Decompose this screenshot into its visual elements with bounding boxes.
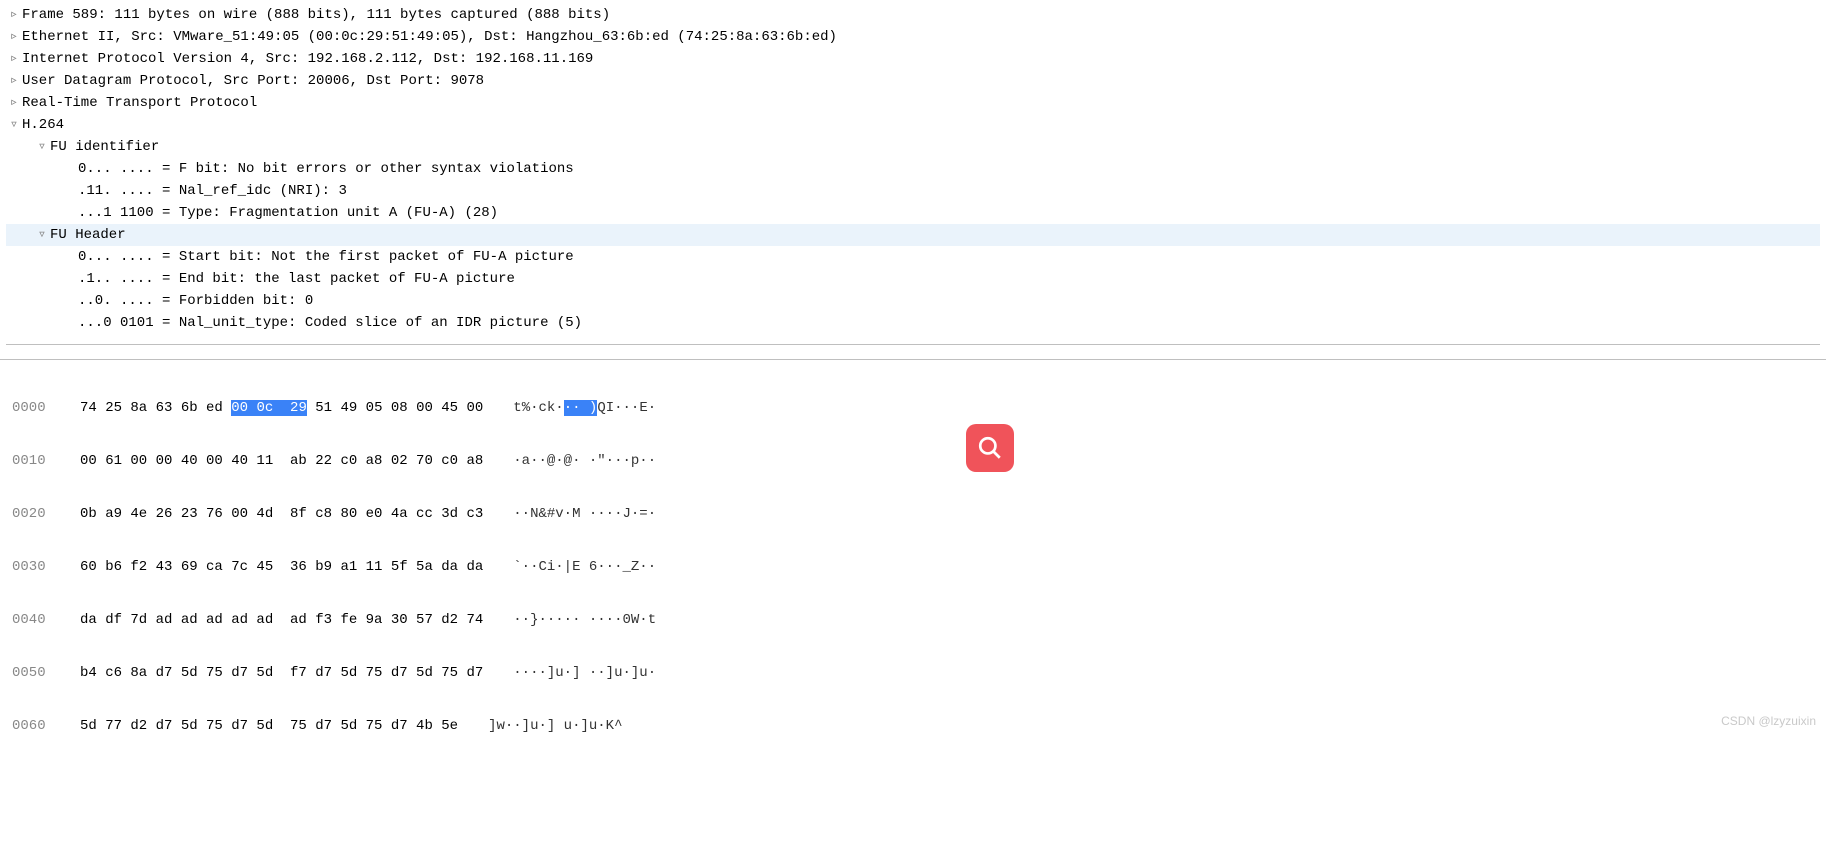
tree-label: Real-Time Transport Protocol [22,92,257,114]
tree-label: 0... .... = Start bit: Not the first pac… [78,246,574,268]
ascii-highlight: ·· ) [564,400,598,416]
tree-fu-header[interactable]: FU Header [6,224,1820,246]
hex-highlight: 00 0c 29 [231,400,307,416]
magnify-icon [977,435,1003,461]
hex-offset: 0030 [2,557,68,578]
hex-bytes: 60 b6 f2 43 69 ca 7c 45 36 b9 a1 11 5f 5… [68,557,483,578]
tree-ethernet[interactable]: Ethernet II, Src: VMware_51:49:05 (00:0c… [6,26,1820,48]
tree-forbidden-bit[interactable]: ..0. .... = Forbidden bit: 0 [6,290,1820,312]
hex-ascii: ··N&#v·M ····J·=· [483,504,656,525]
hex-ascii: `··Ci·|E 6···_Z·· [483,557,656,578]
tree-start-bit[interactable]: 0... .... = Start bit: Not the first pac… [6,246,1820,268]
tree-frame[interactable]: Frame 589: 111 bytes on wire (888 bits),… [6,4,1820,26]
tree-end-bit[interactable]: .1.. .... = End bit: the last packet of … [6,268,1820,290]
hex-bytes: da df 7d ad ad ad ad ad ad f3 fe 9a 30 5… [68,610,483,631]
hex-offset: 0040 [2,610,68,631]
hex-row[interactable]: 0000 74 25 8a 63 6b ed 00 0c 29 51 49 05… [2,398,1824,419]
tree-rtp[interactable]: Real-Time Transport Protocol [6,92,1820,114]
watermark-text: CSDN @lzyzuixin [1721,714,1816,728]
hex-row[interactable]: 003060 b6 f2 43 69 ca 7c 45 36 b9 a1 11 … [2,557,1824,578]
tree-h264[interactable]: H.264 [6,114,1820,136]
tree-nri[interactable]: .11. .... = Nal_ref_idc (NRI): 3 [6,180,1820,202]
hex-offset: 0000 [2,398,68,419]
hex-offset: 0020 [2,504,68,525]
tree-f-bit[interactable]: 0... .... = F bit: No bit errors or othe… [6,158,1820,180]
hex-bytes: 0b a9 4e 26 23 76 00 4d 8f c8 80 e0 4a c… [68,504,483,525]
packet-details-tree[interactable]: Frame 589: 111 bytes on wire (888 bits),… [6,0,1820,345]
hex-bytes: b4 c6 8a d7 5d 75 d7 5d f7 d7 5d 75 d7 5… [68,663,483,684]
tree-label: .1.. .... = End bit: the last packet of … [78,268,515,290]
hex-row[interactable]: 001000 61 00 00 40 00 40 11 ab 22 c0 a8 … [2,451,1824,472]
expand-icon[interactable] [6,4,22,26]
collapse-icon[interactable] [34,224,50,246]
hex-ascii: ····]u·] ··]u·]u· [483,663,656,684]
expand-icon[interactable] [6,26,22,48]
hex-bytes: 00 61 00 00 40 00 40 11 ab 22 c0 a8 02 7… [68,451,483,472]
tree-udp[interactable]: User Datagram Protocol, Src Port: 20006,… [6,70,1820,92]
tree-ip[interactable]: Internet Protocol Version 4, Src: 192.16… [6,48,1820,70]
tree-label: H.264 [22,114,64,136]
hex-row[interactable]: 0040da df 7d ad ad ad ad ad ad f3 fe 9a … [2,610,1824,631]
tree-label: Ethernet II, Src: VMware_51:49:05 (00:0c… [22,26,837,48]
hex-offset: 0010 [2,451,68,472]
hex-ascii: ]w··]u·] u·]u·K^ [458,716,622,737]
tree-label: 0... .... = F bit: No bit errors or othe… [78,158,574,180]
tree-label: .11. .... = Nal_ref_idc (NRI): 3 [78,180,347,202]
hex-offset: 0060 [2,716,68,737]
hex-row[interactable]: 00200b a9 4e 26 23 76 00 4d 8f c8 80 e0 … [2,504,1824,525]
tree-label: FU Header [50,224,126,246]
tree-label: Internet Protocol Version 4, Src: 192.16… [22,48,593,70]
tree-label: ...0 0101 = Nal_unit_type: Coded slice o… [78,312,582,334]
hex-ascii: ·a··@·@· ·"···p·· [483,451,656,472]
expand-icon[interactable] [6,92,22,114]
hex-bytes: 5d 77 d2 d7 5d 75 d7 5d 75 d7 5d 75 d7 4… [68,716,458,737]
collapse-icon[interactable] [6,114,22,136]
search-button[interactable] [966,424,1014,472]
hex-row[interactable]: 0050b4 c6 8a d7 5d 75 d7 5d f7 d7 5d 75 … [2,663,1824,684]
tree-nal-unit-type[interactable]: ...0 0101 = Nal_unit_type: Coded slice o… [6,312,1820,334]
hex-ascii: ··}····· ····0W·t [483,610,656,631]
expand-icon[interactable] [6,48,22,70]
hex-offset: 0050 [2,663,68,684]
packet-bytes-hex[interactable]: 0000 74 25 8a 63 6b ed 00 0c 29 51 49 05… [0,359,1826,759]
tree-label: Frame 589: 111 bytes on wire (888 bits),… [22,4,610,26]
collapse-icon[interactable] [34,136,50,158]
hex-bytes: 74 25 8a 63 6b ed 00 0c 29 51 49 05 08 0… [68,398,483,419]
tree-type[interactable]: ...1 1100 = Type: Fragmentation unit A (… [6,202,1820,224]
hex-ascii: t%·ck··· )QI···E· [483,398,656,419]
tree-label: User Datagram Protocol, Src Port: 20006,… [22,70,484,92]
tree-label: ..0. .... = Forbidden bit: 0 [78,290,313,312]
hex-row[interactable]: 00605d 77 d2 d7 5d 75 d7 5d 75 d7 5d 75 … [2,716,1824,737]
tree-label: FU identifier [50,136,159,158]
tree-fu-identifier[interactable]: FU identifier [6,136,1820,158]
tree-label: ...1 1100 = Type: Fragmentation unit A (… [78,202,498,224]
expand-icon[interactable] [6,70,22,92]
